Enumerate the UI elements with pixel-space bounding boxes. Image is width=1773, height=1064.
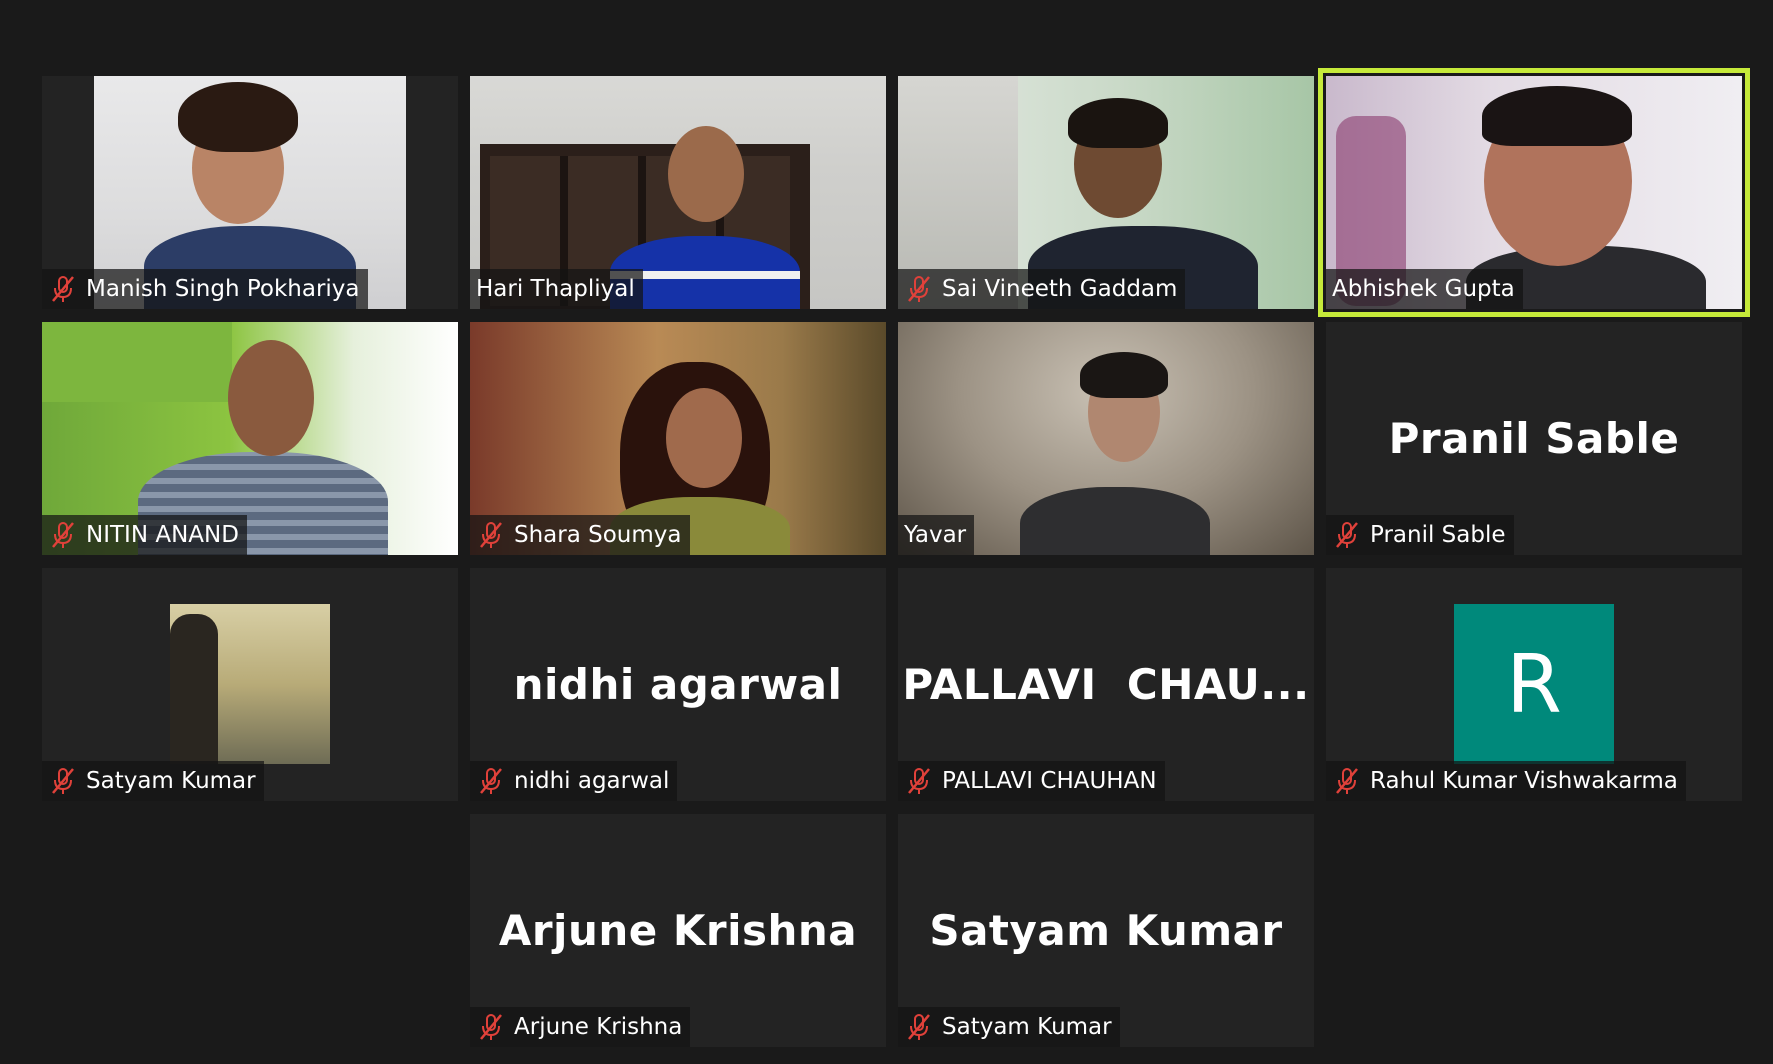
participant-name: Pranil Sable [1370,522,1506,548]
mic-muted-icon[interactable] [904,766,934,796]
participant-tile-pallavi[interactable]: PALLAVI CHAU... PALLAVI CHAUHAN [898,568,1314,801]
mic-muted-icon[interactable] [1332,766,1362,796]
participant-name: nidhi agarwal [514,768,670,794]
name-tag: Manish Singh Pokhariya [42,269,368,309]
name-tag: Shara Soumya [470,515,690,555]
participant-tile-pranil[interactable]: Pranil Sable Pranil Sable [1326,322,1742,555]
participant-tile-abhishek[interactable]: Abhishek Gupta [1318,68,1750,317]
participant-name: PALLAVI CHAUHAN [942,768,1157,794]
participant-tile-satyam-2[interactable]: Satyam Kumar Satyam Kumar [898,814,1314,1047]
mic-muted-icon[interactable] [476,766,506,796]
participant-name: Shara Soumya [514,522,682,548]
participant-name: Arjune Krishna [514,1014,683,1040]
participant-tile-sai[interactable]: Sai Vineeth Gaddam [898,76,1314,309]
participant-name: Hari Thapliyal [476,276,635,302]
participant-tile-hari[interactable]: Hari Thapliyal [470,76,886,309]
mic-muted-icon[interactable] [1332,520,1362,550]
mic-muted-icon[interactable] [48,520,78,550]
participant-name: Manish Singh Pokhariya [86,276,360,302]
participant-name: Sai Vineeth Gaddam [942,276,1178,302]
name-tag: Rahul Kumar Vishwakarma [1326,761,1686,801]
name-tag: Sai Vineeth Gaddam [898,269,1186,309]
participant-tile-arjune[interactable]: Arjune Krishna Arjune Krishna [470,814,886,1047]
mic-muted-icon[interactable] [476,520,506,550]
mic-muted-icon[interactable] [476,1012,506,1042]
participant-tile-rahul[interactable]: R Rahul Kumar Vishwakarma [1326,568,1742,801]
participant-name: NITIN ANAND [86,522,239,548]
mic-muted-icon[interactable] [904,274,934,304]
participant-name: Abhishek Gupta [1332,276,1515,302]
participant-tile-satyam-1[interactable]: Satyam Kumar [42,568,458,801]
mic-muted-icon[interactable] [904,1012,934,1042]
avatar: R [1454,604,1614,764]
name-tag: NITIN ANAND [42,515,247,555]
mic-muted-icon[interactable] [48,766,78,796]
name-tag: Satyam Kumar [898,1007,1120,1047]
participant-tile-manish[interactable]: Manish Singh Pokhariya [42,76,458,309]
name-tag: Satyam Kumar [42,761,264,801]
participant-tile-nitin[interactable]: NITIN ANAND [42,322,458,555]
gallery-view: Manish Singh Pokhariya Hari Thapliyal Sa… [0,0,1773,1064]
name-tag: Abhishek Gupta [1326,269,1523,309]
participant-name: Satyam Kumar [86,768,256,794]
profile-picture [170,604,330,764]
participant-name: Satyam Kumar [942,1014,1112,1040]
participant-tile-nidhi[interactable]: nidhi agarwal nidhi agarwal [470,568,886,801]
name-tag: Yavar [898,515,975,555]
name-tag: Arjune Krishna [470,1007,691,1047]
mic-muted-icon[interactable] [48,274,78,304]
name-tag: Hari Thapliyal [470,269,643,309]
participant-tile-shara[interactable]: Shara Soumya [470,322,886,555]
participant-name: Yavar [904,522,967,548]
name-tag: nidhi agarwal [470,761,678,801]
name-tag: Pranil Sable [1326,515,1514,555]
name-tag: PALLAVI CHAUHAN [898,761,1165,801]
participant-tile-yavar[interactable]: Yavar [898,322,1314,555]
participant-name: Rahul Kumar Vishwakarma [1370,768,1678,794]
